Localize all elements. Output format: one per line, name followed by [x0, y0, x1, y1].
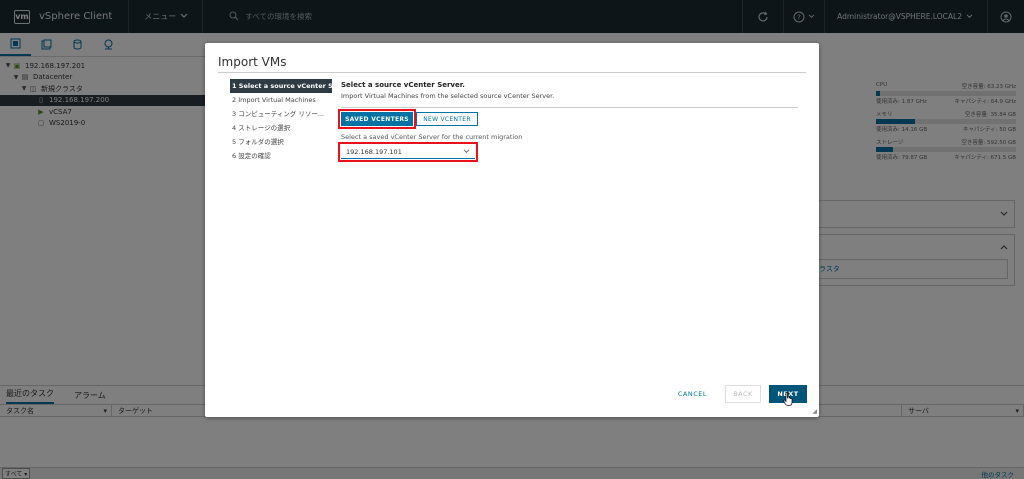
saved-vcenter-label: Select a saved vCenter Server for the cu… — [341, 133, 523, 141]
hand-cursor-icon — [783, 392, 793, 406]
import-vms-dialog: Import VMs 1 Select a source vCenter S..… — [205, 43, 819, 417]
saved-vcenters-button[interactable]: SAVED VCENTERS — [338, 109, 416, 129]
new-vcenter-button[interactable]: NEW VCENTER — [416, 112, 478, 126]
chevron-down-icon — [463, 149, 470, 154]
step-heading: Select a source vCenter Server. — [341, 81, 465, 89]
source-toggle: SAVED VCENTERS NEW VCENTER — [338, 109, 478, 129]
step-description: Import Virtual Machines from the selecte… — [341, 92, 555, 100]
wizard-content: Select a source vCenter Server. Import V… — [338, 79, 799, 162]
content-divider — [341, 107, 798, 108]
vcenter-select[interactable]: 192.168.197.101 — [338, 142, 478, 162]
wizard-steps: 1 Select a source vCenter S... 2 Import … — [230, 79, 332, 163]
title-divider — [218, 72, 806, 73]
wizard-step: 5 フォルダの選択 — [232, 138, 284, 146]
resize-handle-icon[interactable]: ◢ — [812, 408, 817, 415]
wizard-step[interactable]: 1 Select a source vCenter S... — [230, 79, 332, 93]
wizard-step: 4 ストレージの選択 — [232, 124, 291, 132]
dialog-title: Import VMs — [218, 55, 287, 69]
wizard-step: 6 設定の確認 — [232, 152, 271, 160]
wizard-step: 3 コンピューティング リソー... — [232, 110, 325, 118]
cancel-button[interactable]: CANCEL — [666, 385, 719, 403]
wizard-step: 2 Import Virtual Machines — [232, 96, 316, 104]
back-button[interactable]: BACK — [725, 385, 761, 403]
vcenter-select-value: 192.168.197.101 — [346, 147, 402, 156]
